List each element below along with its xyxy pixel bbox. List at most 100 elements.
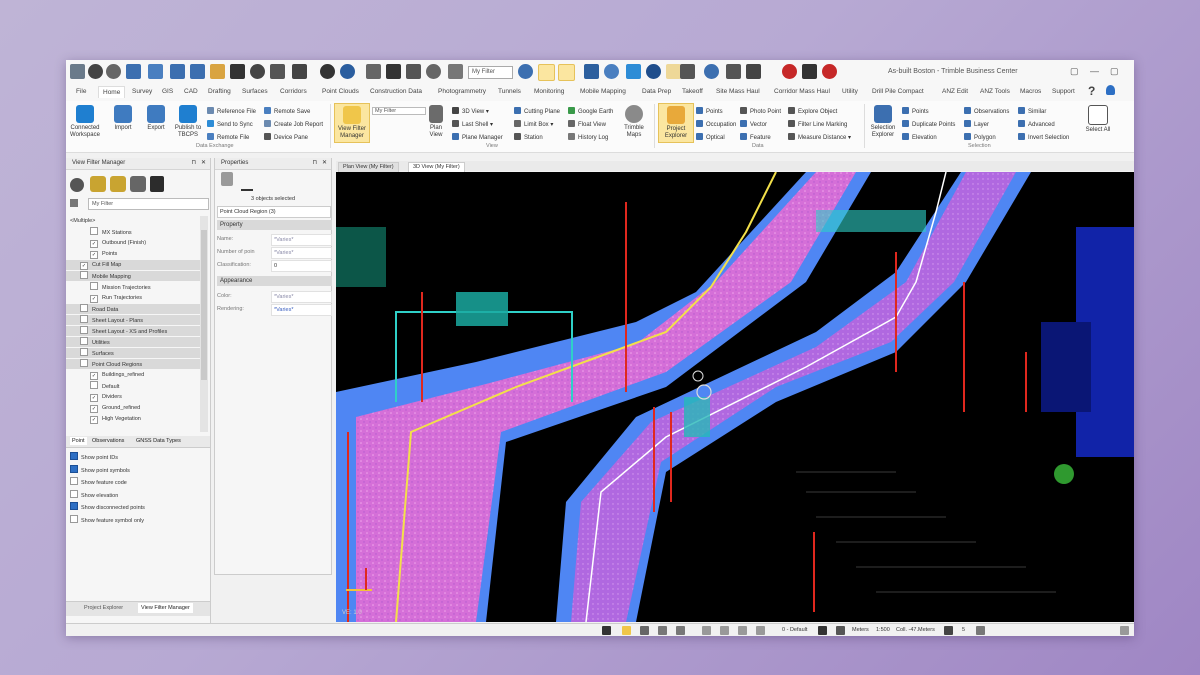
elevation-button[interactable]: Elevation xyxy=(902,133,937,141)
tab-project-explorer[interactable]: Project Explorer xyxy=(84,605,123,611)
close-icon[interactable]: ✕ xyxy=(322,158,327,169)
advanced-button[interactable]: Advanced xyxy=(1018,120,1055,128)
filter-table-icon[interactable] xyxy=(150,176,164,192)
bug-icon[interactable] xyxy=(320,64,335,79)
optical-button[interactable]: Optical xyxy=(696,133,725,141)
option-checkbox[interactable] xyxy=(70,452,78,460)
close-icon[interactable]: ✕ xyxy=(201,158,206,169)
vector-button[interactable]: Vector xyxy=(740,120,767,128)
tree-checkbox[interactable] xyxy=(80,348,88,356)
help-icon[interactable]: ? xyxy=(1088,84,1095,98)
option-row[interactable]: Show feature symbol only xyxy=(70,514,144,524)
measure-icon[interactable] xyxy=(726,64,741,79)
scatter-icon[interactable] xyxy=(518,64,533,79)
export-icon[interactable] xyxy=(190,64,205,79)
ortho-icon[interactable] xyxy=(738,626,747,635)
ribbon-filter-select[interactable]: My Filter xyxy=(372,107,426,115)
float-view-button[interactable]: Float View xyxy=(568,120,606,128)
tab-tunnels[interactable]: Tunnels xyxy=(498,88,521,95)
world-icon[interactable] xyxy=(604,64,619,79)
pen-icon[interactable] xyxy=(626,64,641,79)
tree-checkbox[interactable] xyxy=(90,405,98,413)
limit-box-button[interactable]: Limit Box ▾ xyxy=(514,120,553,128)
cube-icon[interactable] xyxy=(584,64,599,79)
option-checkbox[interactable] xyxy=(70,464,78,473)
tree-checkbox[interactable] xyxy=(80,262,88,270)
send-to-sync-button[interactable]: Send to Sync xyxy=(207,120,253,128)
tab-plan-view[interactable]: Plan View (My Filter) xyxy=(338,162,399,172)
invert-selection-button[interactable]: Invert Selection xyxy=(1018,133,1069,141)
tree-checkbox[interactable] xyxy=(80,337,88,345)
tab-anz-tools[interactable]: ANZ Tools xyxy=(980,88,1010,95)
filter-line-marking-button[interactable]: Filter Line Marking xyxy=(788,120,847,128)
tab-gnss-data-types[interactable]: GNSS Data Types xyxy=(136,438,181,444)
snap-grid-icon[interactable] xyxy=(720,626,729,635)
grid-icon[interactable] xyxy=(366,64,381,79)
globe-icon[interactable] xyxy=(340,64,355,79)
publish-button[interactable]: Publish to TBCPS xyxy=(171,105,205,139)
tab-corridors[interactable]: Corridors xyxy=(280,88,307,95)
layer-add-icon[interactable] xyxy=(110,176,126,192)
resize-grip-icon[interactable] xyxy=(1120,626,1129,635)
tree-item[interactable]: MX Stations xyxy=(66,227,200,237)
prop-rendering-value[interactable]: *Varies* xyxy=(271,304,332,316)
zoom-icon[interactable] xyxy=(676,626,685,635)
tree-scrollbar[interactable] xyxy=(200,216,208,432)
option-row[interactable]: Show point symbols xyxy=(70,464,130,474)
3d-view-button[interactable]: 3D View ▾ xyxy=(452,107,489,115)
tree-item[interactable]: Utilities xyxy=(66,337,200,347)
tree-item[interactable]: <Multiple> xyxy=(66,216,200,226)
prop-color-value[interactable]: *Varies* xyxy=(271,291,332,303)
tab-corridor-mass-haul[interactable]: Corridor Mass Haul xyxy=(774,88,830,95)
tree-item[interactable]: Points xyxy=(66,249,200,259)
option-row[interactable]: Show disconnected points xyxy=(70,502,145,511)
select-points-button[interactable]: Points xyxy=(902,107,929,115)
3d-viewport[interactable]: VE: 1.0 xyxy=(336,172,1134,622)
tree-item[interactable]: Buildings_refined xyxy=(66,370,200,380)
settings-icon[interactable] xyxy=(976,626,985,635)
tab-gis[interactable]: GIS xyxy=(162,88,173,95)
tab-observations[interactable]: Observations xyxy=(92,438,124,444)
app-menu-icon[interactable] xyxy=(70,64,85,79)
tree-item[interactable]: Road Data xyxy=(66,304,200,314)
option-checkbox[interactable] xyxy=(70,502,78,510)
minimize-icon[interactable]: — xyxy=(1090,66,1099,76)
option-checkbox[interactable] xyxy=(70,489,78,498)
tree-checkbox[interactable] xyxy=(80,359,88,367)
property-section[interactable]: Property xyxy=(217,220,332,230)
occupation-button[interactable]: Occupation xyxy=(696,120,736,128)
restore-icon[interactable]: ▢ xyxy=(1070,66,1079,77)
tree-checkbox[interactable] xyxy=(80,326,88,334)
tree-item[interactable]: Ground_refined xyxy=(66,403,200,413)
tree-checkbox[interactable] xyxy=(90,394,98,402)
pin-icon[interactable]: ⊓ xyxy=(191,158,196,169)
print-icon[interactable] xyxy=(680,64,695,79)
tree-item[interactable]: Mobile Mapping xyxy=(66,271,200,281)
duplicate-points-button[interactable]: Duplicate Points xyxy=(902,120,955,128)
option-checkbox[interactable] xyxy=(70,477,78,485)
record-icon[interactable] xyxy=(782,64,797,79)
filter-select[interactable]: My Filter xyxy=(88,198,209,210)
object-type-select[interactable]: Point Cloud Region (3) xyxy=(217,206,331,218)
quick-filter-select[interactable]: My Filter xyxy=(468,66,513,79)
measure-tool-icon[interactable] xyxy=(702,626,711,635)
prop-name-value[interactable]: *Varies* xyxy=(271,234,332,246)
tab-photogrammetry[interactable]: Photogrammetry xyxy=(438,88,486,95)
polygon-button[interactable]: Polygon xyxy=(964,133,996,141)
cutting-plane-button[interactable]: Cutting Plane xyxy=(514,107,560,115)
tab-point[interactable]: Point xyxy=(70,437,87,445)
open-icon[interactable] xyxy=(148,64,163,79)
tab-data-prep[interactable]: Data Prep xyxy=(642,88,671,95)
gear-icon[interactable] xyxy=(250,64,265,79)
history-log-button[interactable]: History Log xyxy=(568,133,608,141)
earth-icon[interactable] xyxy=(646,64,661,79)
cursor-icon[interactable] xyxy=(756,626,765,635)
tab-3d-view[interactable]: 3D View (My Filter) xyxy=(408,162,465,172)
tree-item[interactable]: Sheet Layout - XS and Profiles xyxy=(66,326,200,336)
filter-toggle-icon[interactable] xyxy=(448,64,463,79)
tree-checkbox[interactable] xyxy=(90,251,98,259)
station-button[interactable]: Station xyxy=(514,133,543,141)
units-status[interactable]: Meters xyxy=(852,627,869,633)
pan-icon[interactable] xyxy=(658,626,667,635)
tree-item[interactable]: Outbound (Finish) xyxy=(66,238,200,248)
